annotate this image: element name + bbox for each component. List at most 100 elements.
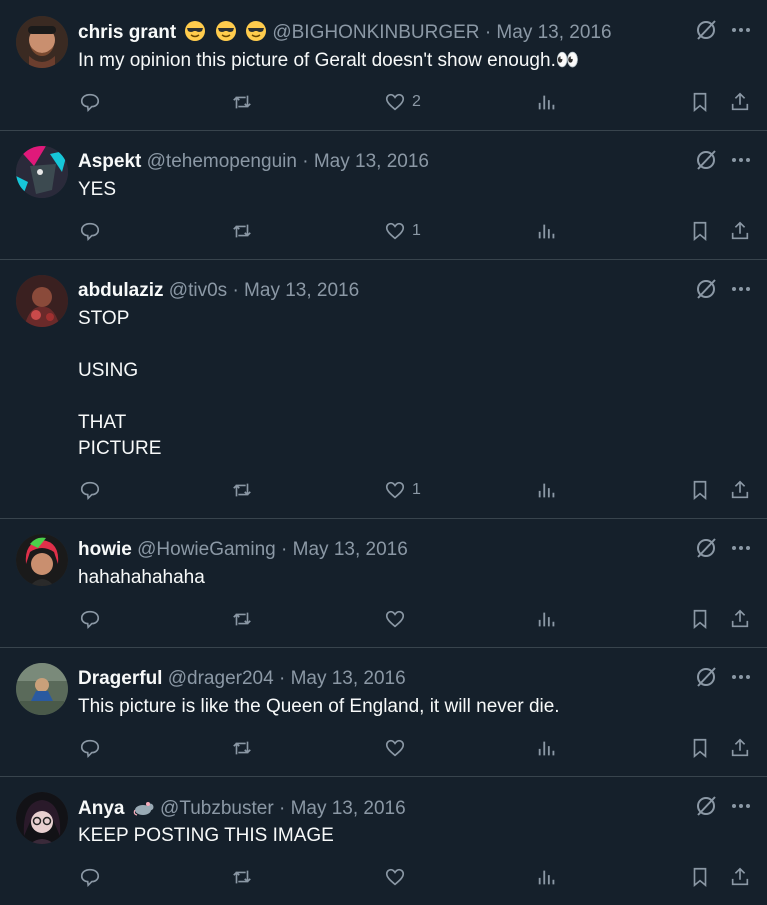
reply-button[interactable] xyxy=(79,217,101,245)
reply-button[interactable] xyxy=(79,605,101,633)
grok-icon[interactable] xyxy=(694,148,718,172)
views-button[interactable] xyxy=(536,863,558,891)
tweet[interactable]: howie @HowieGaming · May 13, 2016 hahaha… xyxy=(0,519,767,648)
share-button[interactable] xyxy=(729,476,751,504)
views-button[interactable] xyxy=(536,605,558,633)
share-button[interactable] xyxy=(729,863,751,891)
views-button[interactable] xyxy=(536,217,558,245)
share-button[interactable] xyxy=(729,217,751,245)
handle[interactable]: @drager204 xyxy=(168,668,274,689)
timestamp[interactable]: May 13, 2016 xyxy=(496,22,611,43)
grok-icon[interactable] xyxy=(694,794,718,818)
views-icon xyxy=(538,870,555,885)
retweet-button[interactable] xyxy=(231,476,253,504)
views-icon xyxy=(538,741,555,756)
views-icon xyxy=(538,612,555,627)
display-name[interactable]: chris grant xyxy=(78,22,176,43)
like-count: 2 xyxy=(412,93,421,110)
reply-button[interactable] xyxy=(79,476,101,504)
grok-icon[interactable] xyxy=(694,277,718,301)
separator: · xyxy=(278,798,286,819)
grok-icon[interactable] xyxy=(694,536,718,560)
reply-button[interactable] xyxy=(79,88,101,116)
avatar[interactable] xyxy=(16,534,68,586)
bookmark-icon xyxy=(693,609,707,630)
more-icon[interactable] xyxy=(729,794,753,818)
more-icon[interactable] xyxy=(729,277,753,301)
retweet-button[interactable] xyxy=(231,863,253,891)
more-icon[interactable] xyxy=(729,665,753,689)
timestamp[interactable]: May 13, 2016 xyxy=(293,539,408,560)
more-icon[interactable] xyxy=(729,148,753,172)
retweet-icon xyxy=(233,95,251,109)
more-icon[interactable] xyxy=(729,18,753,42)
like-button[interactable]: 1 xyxy=(384,217,421,245)
bookmark-button[interactable] xyxy=(689,88,711,116)
like-button[interactable]: 2 xyxy=(384,88,421,116)
retweet-icon xyxy=(233,483,251,497)
handle[interactable]: @Tubzbuster xyxy=(160,798,274,819)
bookmark-button[interactable] xyxy=(689,863,711,891)
timestamp[interactable]: May 13, 2016 xyxy=(314,151,429,172)
tweet[interactable]: Dragerful @drager204 · May 13, 2016 This… xyxy=(0,648,767,777)
handle[interactable]: @tehemopenguin xyxy=(147,151,297,172)
retweet-button[interactable] xyxy=(231,734,253,762)
like-button[interactable] xyxy=(384,605,412,633)
tweet[interactable]: Anya @Tubzbuster · May 13, 2016 KEEP POS… xyxy=(0,777,767,905)
heart-icon xyxy=(385,222,405,240)
tweet-header: Aspekt @tehemopenguin · May 13, 2016 xyxy=(78,150,429,174)
share-icon xyxy=(731,867,749,886)
share-button[interactable] xyxy=(729,605,751,633)
grok-icon[interactable] xyxy=(694,665,718,689)
bookmark-button[interactable] xyxy=(689,734,711,762)
share-icon xyxy=(731,609,749,628)
avatar[interactable] xyxy=(16,16,68,68)
handle[interactable]: @HowieGaming xyxy=(137,539,276,560)
timestamp[interactable]: May 13, 2016 xyxy=(291,798,406,819)
avatar[interactable] xyxy=(16,146,68,198)
views-button[interactable] xyxy=(536,476,558,504)
separator: · xyxy=(232,280,239,301)
bookmark-button[interactable] xyxy=(689,476,711,504)
retweet-icon xyxy=(233,224,251,238)
avatar[interactable] xyxy=(16,275,68,327)
like-button[interactable] xyxy=(384,863,412,891)
display-name[interactable]: Anya xyxy=(78,798,124,819)
timestamp[interactable]: May 13, 2016 xyxy=(291,668,406,689)
display-name[interactable]: howie xyxy=(78,539,132,560)
retweet-button[interactable] xyxy=(231,605,253,633)
like-button[interactable] xyxy=(384,734,412,762)
tweet-text: YES xyxy=(78,179,117,200)
grok-icon[interactable] xyxy=(694,18,718,42)
bookmark-button[interactable] xyxy=(689,605,711,633)
reply-feed: chris grant @BIGHONKINBURGER · May 13, 2… xyxy=(0,0,767,905)
tweet-text: This picture is like the Queen of Englan… xyxy=(78,696,560,717)
display-name[interactable]: Dragerful xyxy=(78,668,162,689)
more-icon[interactable] xyxy=(729,536,753,560)
reply-button[interactable] xyxy=(79,863,101,891)
retweet-button[interactable] xyxy=(231,217,253,245)
share-button[interactable] xyxy=(729,88,751,116)
share-button[interactable] xyxy=(729,734,751,762)
handle[interactable]: @BIGHONKINBURGER xyxy=(272,22,479,43)
handle[interactable]: @tiv0s xyxy=(169,280,227,301)
display-name[interactable]: Aspekt xyxy=(78,151,141,172)
avatar[interactable] xyxy=(16,792,68,844)
tweet-text: KEEP POSTING THIS IMAGE xyxy=(78,825,334,846)
views-button[interactable] xyxy=(536,88,558,116)
reply-button[interactable] xyxy=(79,734,101,762)
tweet[interactable]: Aspekt @tehemopenguin · May 13, 2016 YES… xyxy=(0,131,767,260)
views-button[interactable] xyxy=(536,734,558,762)
tweet-header: Dragerful @drager204 · May 13, 2016 xyxy=(78,667,406,691)
tweet[interactable]: chris grant @BIGHONKINBURGER · May 13, 2… xyxy=(0,0,767,131)
reply-icon xyxy=(80,739,100,759)
timestamp[interactable]: May 13, 2016 xyxy=(244,280,359,301)
like-button[interactable]: 1 xyxy=(384,476,421,504)
heart-icon xyxy=(385,481,405,499)
bookmark-button[interactable] xyxy=(689,217,711,245)
tweet[interactable]: abdulaziz @tiv0s · May 13, 2016 STOP USI… xyxy=(0,260,767,519)
avatar[interactable] xyxy=(16,663,68,715)
display-name[interactable]: abdulaziz xyxy=(78,280,164,301)
tweet-text: hahahahahaha xyxy=(78,567,205,588)
retweet-button[interactable] xyxy=(231,88,253,116)
